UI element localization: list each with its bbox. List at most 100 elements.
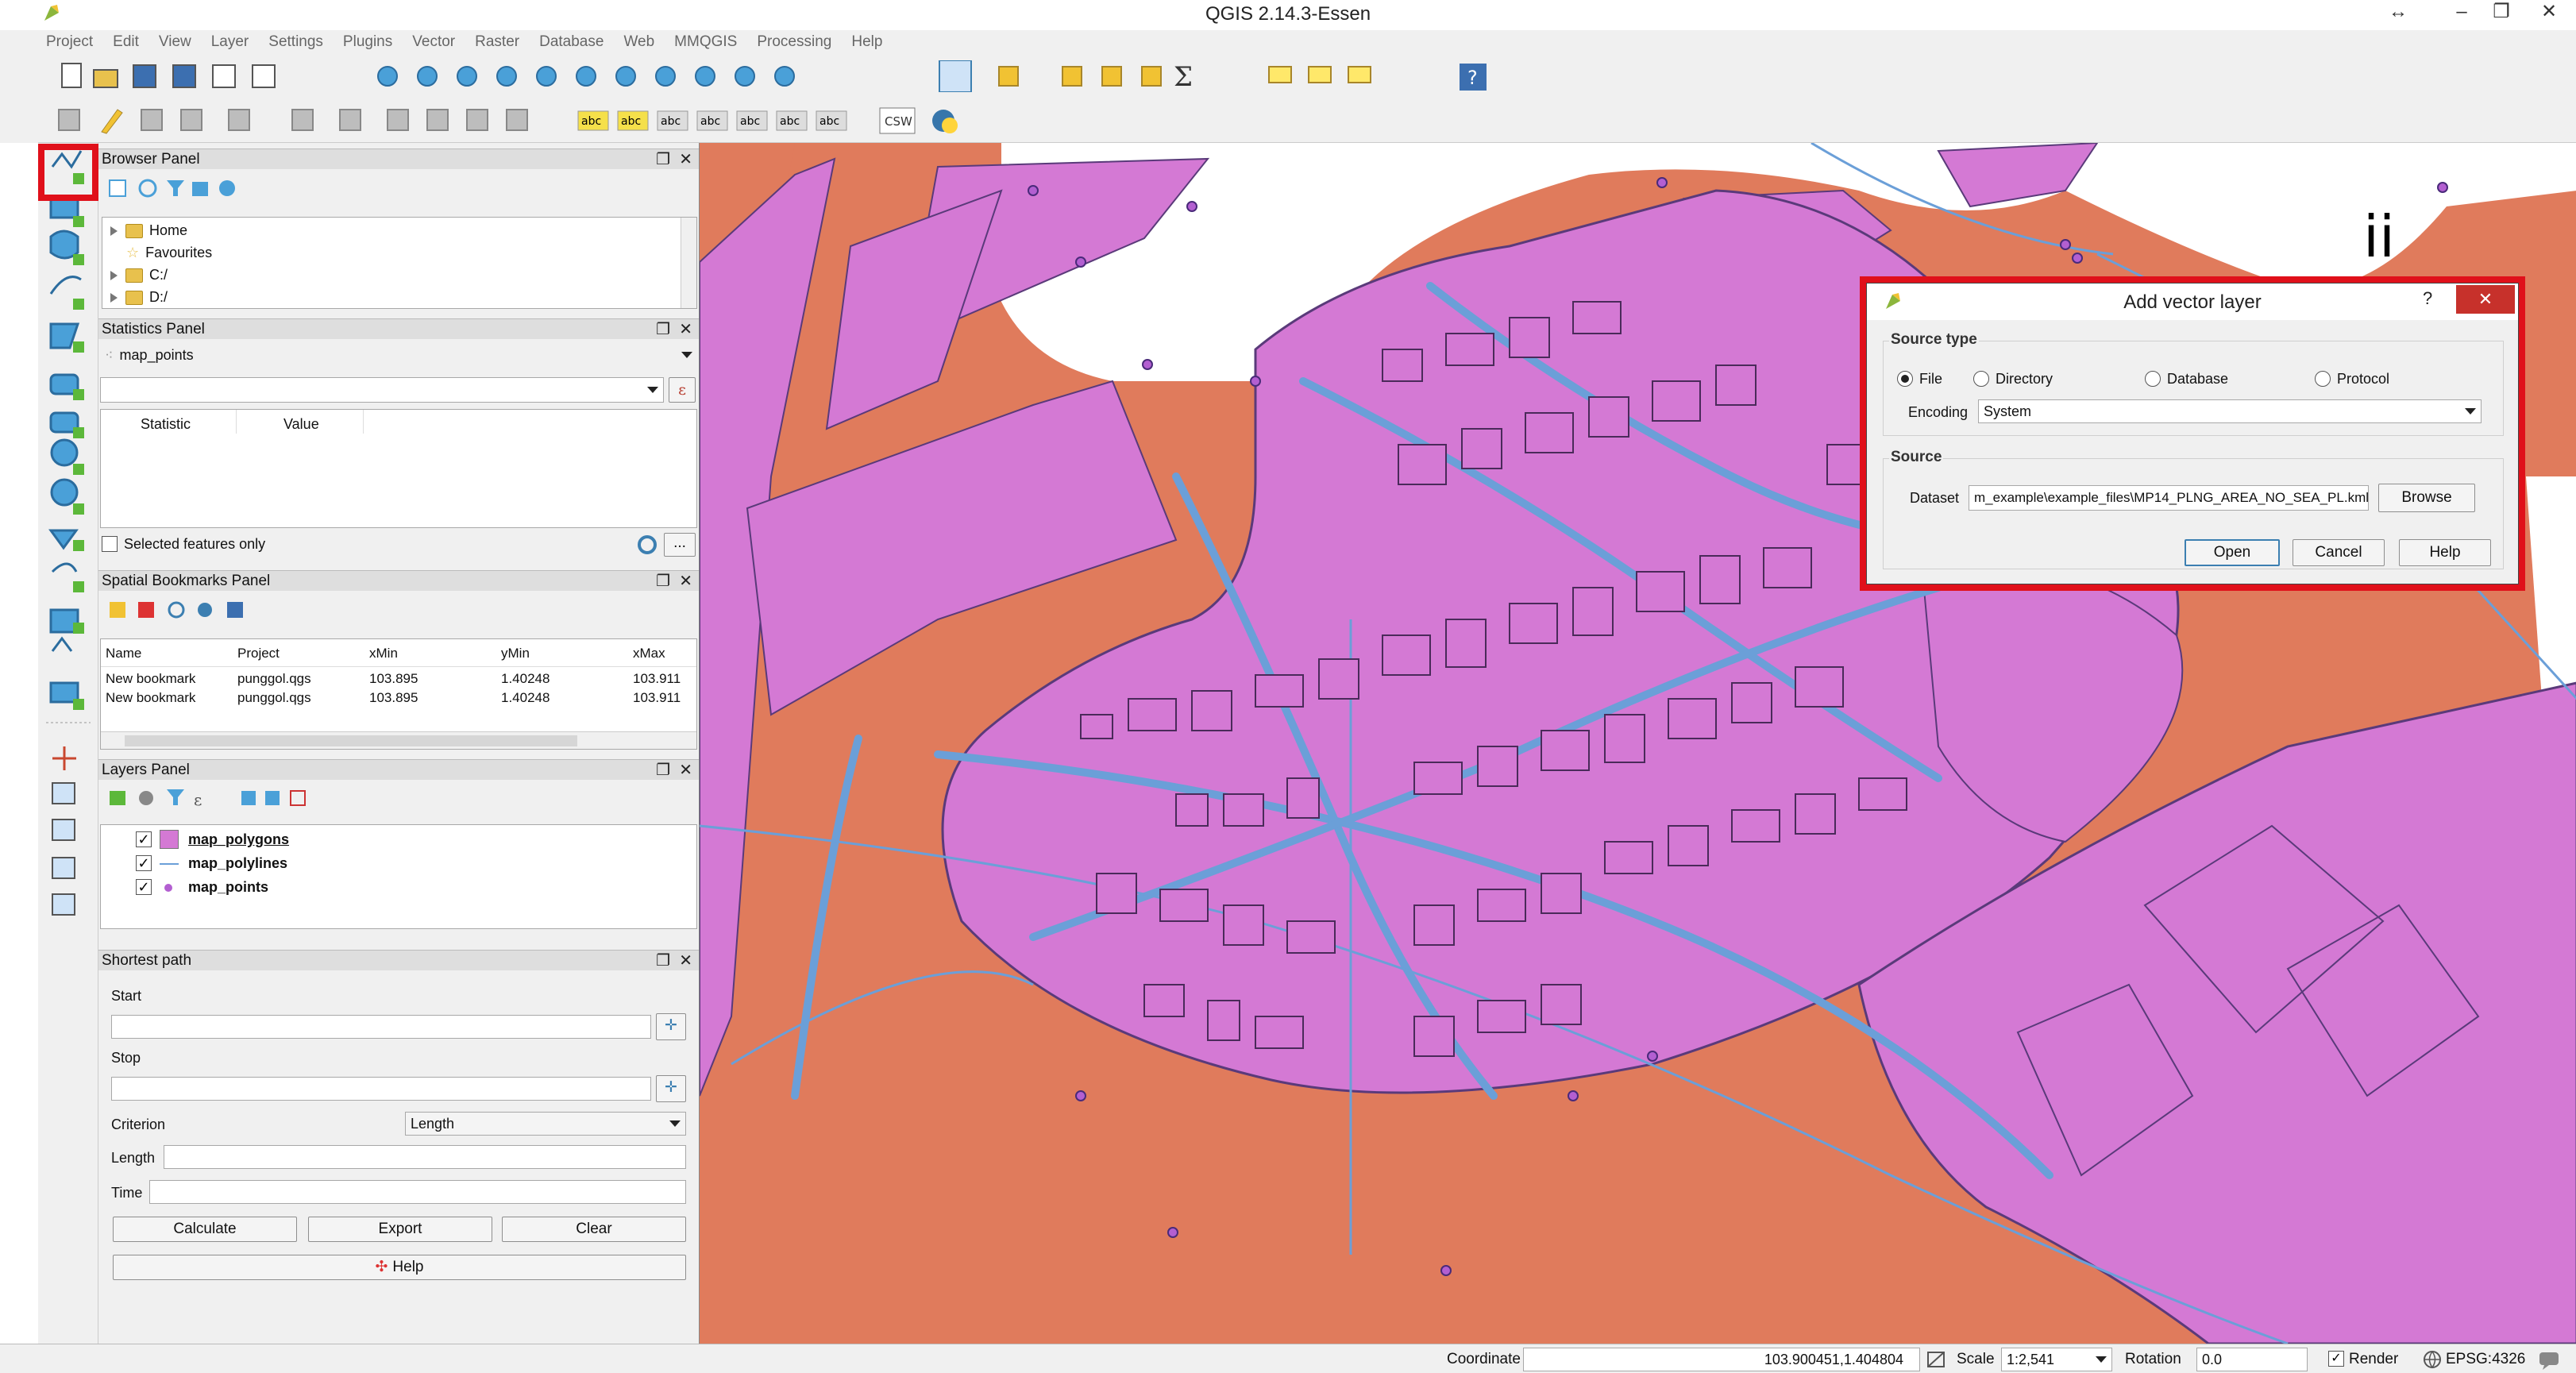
refresh-icon[interactable] — [635, 533, 659, 557]
clear-button[interactable]: Clear — [502, 1217, 686, 1242]
scale-select[interactable]: 1:2,541 — [2001, 1348, 2112, 1371]
menu-raster[interactable]: Raster — [475, 30, 519, 54]
menu-mmqgis[interactable]: MMQGIS — [674, 30, 737, 54]
dataset-input[interactable]: m_example\example_files\MP14_PLNG_AREA_N… — [1969, 485, 2369, 511]
dialog-title-bar: Add vector layer ? ✕ — [1867, 283, 2518, 320]
criterion-select[interactable]: Length — [405, 1112, 686, 1136]
menu-plugins[interactable]: Plugins — [343, 30, 392, 54]
bookmarks-panel-header: Spatial Bookmarks Panel ❐ ✕ — [98, 570, 699, 591]
tree-item-favourites[interactable]: ☆ Favourites — [110, 245, 212, 261]
dialog-help-glyph[interactable]: ? — [2423, 288, 2432, 309]
more-options-button[interactable]: ... — [664, 533, 696, 557]
bookmarks-table: Name Project xMin yMin xMax New bookmark… — [100, 638, 697, 750]
crs-globe-icon[interactable] — [2422, 1349, 2443, 1370]
rotation-spinbox[interactable]: 0.0 — [2196, 1348, 2308, 1371]
bookmarks-scrollbar[interactable] — [101, 731, 696, 749]
radio-file-label: File — [1919, 371, 1943, 387]
menu-settings[interactable]: Settings — [268, 30, 323, 54]
help-cross-icon: ✣ — [375, 1259, 388, 1275]
menu-processing[interactable]: Processing — [757, 30, 831, 54]
time-label: Time — [111, 1185, 143, 1201]
encoding-label: Encoding — [1908, 404, 1969, 420]
add-layer-tool-icons[interactable] — [38, 143, 98, 921]
browser-panel: Home ☆ Favourites C:/ D:/ — [98, 169, 699, 312]
tree-item-home[interactable]: Home — [110, 222, 187, 239]
render-checkbox[interactable]: ✓ — [2328, 1351, 2344, 1367]
messages-icon[interactable] — [2538, 1349, 2562, 1370]
radio-database[interactable] — [2145, 371, 2161, 387]
dialog-close-button[interactable]: ✕ — [2456, 285, 2515, 314]
time-field[interactable] — [149, 1180, 686, 1204]
bookmark-toolbar-icons[interactable] — [106, 599, 265, 623]
crs-label[interactable]: EPSG:4326 — [2446, 1351, 2525, 1368]
selected-only-checkbox[interactable] — [102, 536, 118, 552]
pick-stop-crosshair-icon[interactable]: ✛ — [656, 1075, 686, 1102]
float-panel-icon[interactable]: ❐ — [656, 951, 670, 971]
shortest-path-header: Shortest path ❐ ✕ — [98, 950, 699, 970]
close-panel-icon[interactable]: ✕ — [679, 951, 692, 971]
encoding-select[interactable]: System — [1978, 399, 2482, 423]
bookmarks-panel-title: Spatial Bookmarks Panel — [102, 573, 271, 589]
calculate-button[interactable]: Calculate — [113, 1217, 297, 1242]
pick-start-crosshair-icon[interactable]: ✛ — [656, 1013, 686, 1040]
float-panel-icon[interactable]: ❐ — [656, 571, 670, 592]
csw-label[interactable]: CSW — [885, 114, 912, 129]
menu-layer[interactable]: Layer — [211, 30, 249, 54]
float-panel-icon[interactable]: ❐ — [656, 760, 670, 781]
menu-edit[interactable]: Edit — [113, 30, 139, 54]
start-input[interactable] — [111, 1015, 651, 1039]
help-button[interactable]: ✣ Help — [113, 1255, 686, 1280]
close-panel-icon[interactable]: ✕ — [679, 760, 692, 781]
polygon-swatch-icon — [160, 830, 179, 849]
stop-input[interactable] — [111, 1077, 651, 1101]
tree-item-d-drive[interactable]: D:/ — [110, 289, 168, 306]
browse-button[interactable]: Browse — [2378, 484, 2475, 512]
radio-directory[interactable] — [1973, 371, 1989, 387]
menu-vector[interactable]: Vector — [412, 30, 455, 54]
line-swatch-icon — [160, 863, 179, 865]
open-button[interactable]: Open — [2185, 539, 2280, 566]
menu-view[interactable]: View — [159, 30, 191, 54]
length-label: Length — [111, 1150, 156, 1166]
coordinate-field[interactable]: 103.900451,1.404804 — [1523, 1348, 1920, 1371]
toolbar-row-2: abc abc abc abc abc abc abc CSW — [38, 98, 2576, 143]
dialog-help-button[interactable]: Help — [2399, 539, 2491, 566]
bookmark-col-xmax: xMax — [633, 646, 665, 661]
abc-label-1: abc — [581, 115, 601, 128]
statistics-table: Statistic Value — [100, 409, 697, 528]
expression-icon[interactable]: ε — [669, 377, 696, 403]
cancel-button[interactable]: Cancel — [2293, 539, 2385, 566]
close-panel-icon[interactable]: ✕ — [679, 571, 692, 592]
radio-file[interactable] — [1897, 371, 1913, 387]
close-window-button[interactable]: ✕ — [2525, 0, 2573, 27]
export-button[interactable]: Export — [308, 1217, 492, 1242]
statistics-panel-header: Statistics Panel ❐ ✕ — [98, 318, 699, 339]
statistics-layer-select[interactable]: ⁖ map_points — [100, 344, 697, 366]
radio-protocol[interactable] — [2315, 371, 2331, 387]
browser-toolbar-icons[interactable] — [106, 177, 265, 201]
svg-text:abc: abc — [780, 115, 800, 128]
menu-web[interactable]: Web — [623, 30, 654, 54]
svg-text:abc: abc — [819, 115, 839, 128]
maximize-button[interactable]: ❐ — [2478, 0, 2525, 27]
float-panel-icon[interactable]: ❐ — [656, 149, 670, 170]
stop-label: Stop — [111, 1050, 141, 1066]
menu-project[interactable]: Project — [46, 30, 93, 54]
mouse-extent-icon[interactable] — [1925, 1349, 1949, 1370]
statistics-field-select[interactable] — [100, 377, 664, 403]
layers-panel-header: Layers Panel ❐ ✕ — [98, 759, 699, 780]
menu-database[interactable]: Database — [539, 30, 604, 54]
close-panel-icon[interactable]: ✕ — [679, 149, 692, 170]
restore-size-icon[interactable]: ↔ — [2374, 0, 2422, 27]
length-field[interactable] — [164, 1145, 686, 1169]
layers-toolbar-icons[interactable]: ε — [106, 786, 345, 810]
scale-label: Scale — [1957, 1351, 1995, 1367]
radio-directory-label: Directory — [1996, 371, 2053, 387]
browser-scrollbar[interactable] — [681, 218, 696, 308]
statistic-column-header: Statistic — [141, 416, 191, 432]
float-panel-icon[interactable]: ❐ — [656, 319, 670, 340]
toolbar-icons-row-1: Σ ? — [61, 60, 1487, 92]
close-panel-icon[interactable]: ✕ — [679, 319, 692, 340]
tree-item-c-drive[interactable]: C:/ — [110, 267, 168, 283]
menu-help[interactable]: Help — [851, 30, 882, 54]
